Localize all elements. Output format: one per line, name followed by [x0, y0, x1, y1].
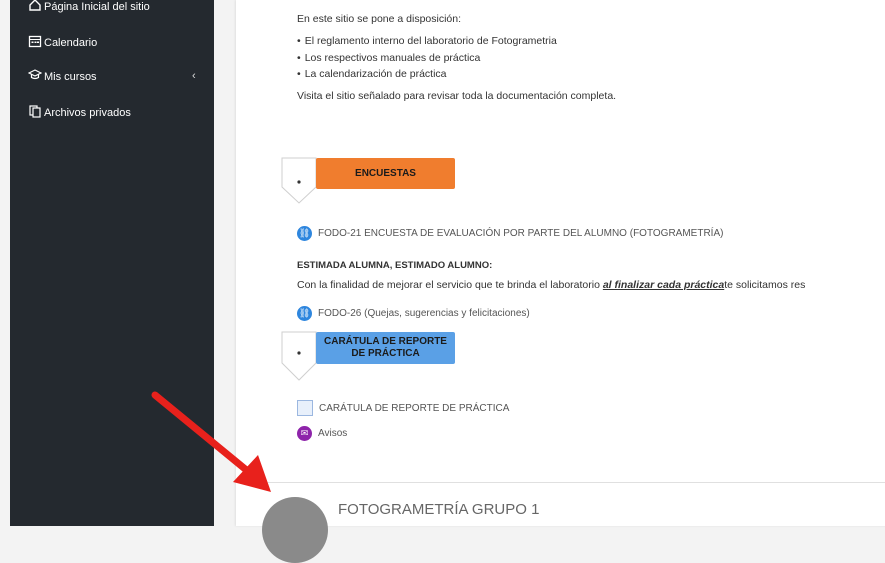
- divider: [250, 482, 885, 483]
- link-avisos[interactable]: ✉ Avisos: [297, 426, 347, 441]
- forum-icon: ✉: [297, 426, 312, 441]
- banner-label: CARÁTULA DE REPORTE: [324, 336, 447, 347]
- section-marker-icon: [281, 157, 317, 204]
- banner-label: ENCUESTAS: [355, 167, 416, 179]
- list-item: Los respectivos manuales de práctica: [297, 52, 481, 64]
- sidebar-item-label: Archivos privados: [44, 106, 131, 119]
- sidebar-item-my-courses[interactable]: Mis cursos: [27, 68, 97, 85]
- course-title[interactable]: FOTOGRAMETRÍA GRUPO 1: [338, 501, 539, 518]
- intro-text: En este sitio se pone a disposición:: [297, 13, 462, 25]
- link-fodo26[interactable]: ⛓ FODO-26 (Quejas, sugerencias y felicit…: [297, 306, 530, 321]
- link-caratula[interactable]: CARÁTULA DE REPORTE DE PRÁCTICA: [297, 400, 509, 416]
- chevron-left-icon[interactable]: ‹: [192, 70, 196, 82]
- sidebar-item-label: Mis cursos: [44, 70, 97, 83]
- link-label: FODO-21 ENCUESTA DE EVALUACIÓN POR PARTE…: [318, 228, 724, 239]
- list-item: La calendarización de práctica: [297, 68, 447, 80]
- file-icon: [28, 104, 42, 121]
- paragraph-text: Con la finalidad de mejorar el servicio …: [297, 279, 603, 291]
- graduation-cap-icon: [27, 68, 43, 85]
- sidebar: Página Inicial del sitio Calendario Mis …: [10, 0, 214, 526]
- finalidad-paragraph: Con la finalidad de mejorar el servicio …: [297, 279, 885, 291]
- link-label: Avisos: [318, 428, 348, 439]
- link-label: FODO-26 (Quejas, sugerencias y felicitac…: [318, 308, 530, 319]
- course-avatar: [262, 497, 328, 563]
- emphasis-text: al finalizar cada práctica: [602, 279, 725, 291]
- estimada-heading: ESTIMADA ALUMNA, ESTIMADO ALUMNO:: [297, 260, 493, 271]
- link-icon: ⛓: [297, 226, 312, 241]
- link-fodo21[interactable]: ⛓ FODO-21 ENCUESTA DE EVALUACIÓN POR PAR…: [297, 226, 723, 241]
- link-label: CARÁTULA DE REPORTE DE PRÁCTICA: [319, 402, 510, 414]
- section-banner-caratula: CARÁTULA DE REPORTE DE PRÁCTICA: [316, 332, 455, 364]
- home-icon: [28, 0, 42, 15]
- sidebar-item-home[interactable]: Página Inicial del sitio: [28, 0, 150, 15]
- sidebar-item-calendar[interactable]: Calendario: [28, 34, 97, 51]
- visit-text: Visita el sitio señalado para revisar to…: [297, 90, 617, 102]
- section-banner-encuestas: ENCUESTAS: [316, 158, 455, 189]
- list-item: El reglamento interno del laboratorio de…: [297, 35, 557, 47]
- document-icon: [297, 400, 313, 416]
- section-marker-icon: [281, 331, 317, 381]
- link-icon: ⛓: [297, 306, 312, 321]
- sidebar-item-label: Página Inicial del sitio: [44, 0, 150, 13]
- banner-label: DE PRÁCTICA: [351, 348, 420, 359]
- sidebar-item-label: Calendario: [44, 36, 98, 49]
- calendar-icon: [28, 34, 42, 51]
- sidebar-item-private-files[interactable]: Archivos privados: [28, 104, 131, 121]
- paragraph-text: te solicitamos res: [724, 279, 806, 291]
